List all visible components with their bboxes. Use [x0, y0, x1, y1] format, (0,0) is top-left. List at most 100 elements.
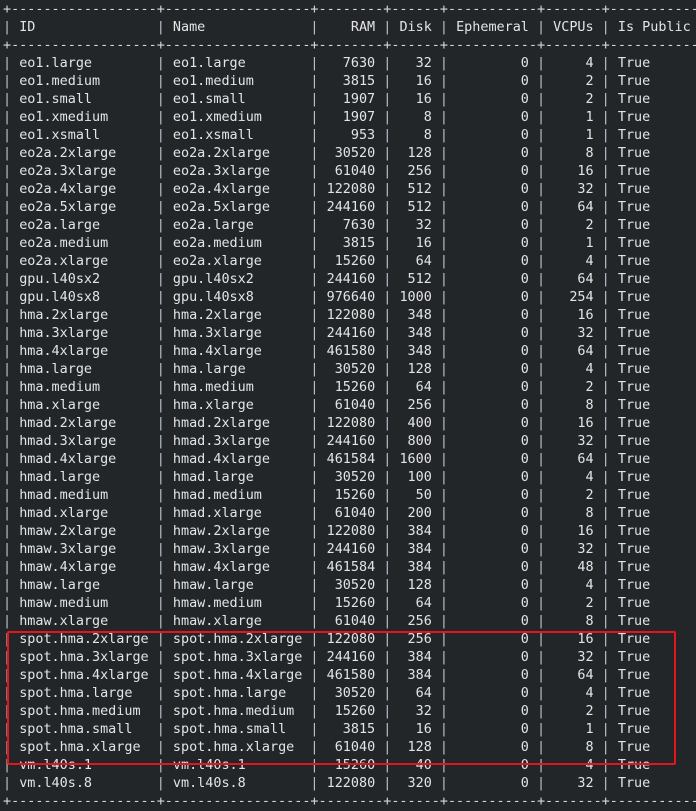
- table-cell: 0: [520, 632, 529, 647]
- table-cell: gpu.l40sx2: [19, 272, 101, 287]
- column-separator: |: [431, 110, 457, 125]
- table-row: | hmad.large | hmad.large | 30520 | 100 …: [3, 469, 696, 487]
- table-cell: 16: [415, 722, 432, 737]
- column-separator: |: [593, 362, 618, 377]
- table-cell: True: [617, 92, 651, 107]
- column-separator: |: [3, 254, 20, 269]
- table-cell: 16: [577, 308, 594, 323]
- column-separator: |: [302, 344, 327, 359]
- table-row: | spot.hma.2xlarge | spot.hma.2xlarge | …: [3, 631, 696, 649]
- column-separator: |: [593, 326, 618, 341]
- table-cell: 1: [585, 722, 594, 737]
- column-separator: |: [302, 470, 327, 485]
- table-cell: hmad.3xlarge: [172, 434, 270, 449]
- table-cell: 32: [415, 56, 432, 71]
- table-cell: 8: [585, 506, 594, 521]
- table-cell: 16: [415, 74, 432, 89]
- table-cell: 348: [407, 326, 432, 341]
- column-separator: |: [148, 668, 173, 683]
- column-separator: |: [431, 434, 457, 449]
- column-separator: |: [593, 182, 618, 197]
- column-separator: |: [148, 686, 173, 701]
- column-separator: |: [375, 272, 400, 287]
- column-separator: |: [528, 254, 554, 269]
- column-separator: |: [375, 380, 400, 395]
- table-cell: 64: [577, 452, 594, 467]
- column-separator: |: [302, 128, 327, 143]
- table-cell: 953: [350, 128, 376, 143]
- column-separator: |: [302, 380, 327, 395]
- column-separator: |: [302, 272, 327, 287]
- table-row: | vm.l40s.8 | vm.l40s.8 | 122080 | 320 |…: [3, 775, 696, 793]
- table-cell: 100: [407, 470, 432, 485]
- table-row: | gpu.l40sx2 | gpu.l40sx2 | 244160 | 512…: [3, 271, 696, 289]
- table-cell: hmad.3xlarge: [19, 434, 117, 449]
- table-row: | spot.hma.large | spot.hma.large | 3052…: [3, 685, 696, 703]
- column-separator: |: [431, 92, 457, 107]
- table-cell: eo1.large: [172, 56, 246, 71]
- table-cell: 61040: [334, 398, 376, 413]
- table-cell: 122080: [326, 182, 376, 197]
- column-separator: |: [148, 722, 173, 737]
- column-separator: |: [375, 20, 400, 35]
- table-row: | eo2a.4xlarge | eo2a.4xlarge | 122080 |…: [3, 181, 696, 199]
- table-cell: 0: [520, 740, 529, 755]
- table-cell: spot.hma.small: [172, 722, 287, 737]
- column-separator: |: [3, 488, 20, 503]
- column-separator: |: [528, 128, 554, 143]
- column-separator: |: [593, 92, 618, 107]
- column-separator: |: [431, 542, 457, 557]
- column-separator: |: [375, 470, 400, 485]
- table-cell: 0: [520, 362, 529, 377]
- column-separator: |: [431, 182, 457, 197]
- table-cell: hmaw.3xlarge: [172, 542, 270, 557]
- table-cell: gpu.l40sx2: [172, 272, 254, 287]
- column-separator: |: [431, 128, 457, 143]
- column-separator: |: [375, 650, 400, 665]
- table-cell: 4: [585, 470, 594, 485]
- table-cell: True: [617, 614, 651, 629]
- table-cell: True: [617, 200, 651, 215]
- column-separator: |: [431, 470, 457, 485]
- table-cell: eo2a.2xlarge: [172, 146, 270, 161]
- table-row: | spot.hma.medium | spot.hma.medium | 15…: [3, 703, 696, 721]
- column-separator: |: [3, 632, 20, 647]
- column-separator: |: [375, 434, 400, 449]
- column-separator: |: [3, 56, 20, 71]
- column-separator: |: [528, 110, 554, 125]
- table-cell: vm.l40s.8: [19, 776, 92, 791]
- column-header: Ephemeral: [456, 20, 529, 35]
- table-cell: True: [617, 776, 651, 791]
- table-cell: eo2a.5xlarge: [19, 200, 117, 215]
- table-cell: 0: [520, 218, 529, 233]
- table-cell: 64: [577, 668, 594, 683]
- table-cell: hmad.xlarge: [172, 506, 262, 521]
- table-cell: True: [617, 398, 651, 413]
- table-cell: True: [617, 416, 651, 431]
- column-separator: |: [593, 506, 618, 521]
- table-cell: 7630: [342, 56, 376, 71]
- table-row: | spot.hma.3xlarge | spot.hma.3xlarge | …: [3, 649, 696, 667]
- table-cell: hmad.4xlarge: [172, 452, 270, 467]
- table-cell: spot.hma.xlarge: [172, 740, 295, 755]
- column-separator: |: [3, 128, 20, 143]
- table-cell: 0: [520, 524, 529, 539]
- table-cell: eo2a.5xlarge: [172, 200, 270, 215]
- column-separator: |: [431, 326, 457, 341]
- table-border: +------------------+------------------+-…: [3, 2, 696, 17]
- column-separator: |: [375, 398, 400, 413]
- column-separator: |: [431, 578, 457, 593]
- table-cell: 244160: [326, 326, 376, 341]
- table-cell: eo1.small: [172, 92, 246, 107]
- table-cell: 0: [520, 416, 529, 431]
- column-separator: |: [593, 380, 618, 395]
- table-cell: 0: [520, 650, 529, 665]
- column-separator: |: [302, 668, 327, 683]
- table-cell: 15260: [334, 488, 376, 503]
- table-cell: eo1.large: [19, 56, 92, 71]
- column-separator: |: [593, 272, 618, 287]
- column-separator: |: [528, 452, 554, 467]
- table-cell: eo2a.4xlarge: [172, 182, 270, 197]
- table-cell: 0: [520, 380, 529, 395]
- column-separator: |: [593, 632, 618, 647]
